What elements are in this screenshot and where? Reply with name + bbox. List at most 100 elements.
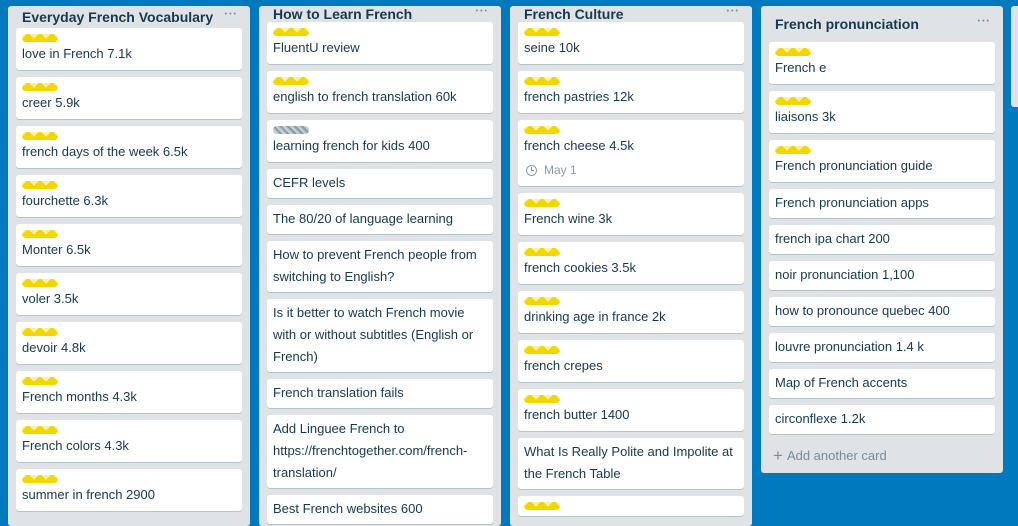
card-label-yellow[interactable] — [22, 475, 58, 483]
more-horizontal-icon[interactable]: ••• — [978, 17, 995, 31]
card-labels — [22, 132, 236, 140]
card-label-yellow[interactable] — [524, 199, 560, 207]
card[interactable]: devoir 4.8k — [16, 322, 242, 364]
card[interactable]: Add Linguee French to https://frenchtoge… — [267, 415, 493, 488]
card-labels — [22, 426, 236, 434]
card[interactable]: French colors 4.3k — [16, 420, 242, 462]
card[interactable]: french crepes — [518, 340, 744, 382]
list: Everyday French Vocabulary ••• love in Fre… — [8, 6, 250, 526]
card[interactable]: noir pronunciation 1,100 — [769, 261, 995, 290]
card[interactable]: learning french for kids 400 — [267, 120, 493, 162]
card[interactable]: French e — [769, 42, 995, 84]
card[interactable]: summer in french 2900 — [16, 469, 242, 511]
card-label-yellow[interactable] — [273, 28, 309, 36]
card-labels — [22, 230, 236, 238]
card-labels — [22, 328, 236, 336]
card-title: What Is Really Polite and Impolite at th… — [524, 444, 733, 481]
card-title: love in French 7.1k — [22, 46, 132, 61]
card-label-yellow[interactable] — [22, 83, 58, 91]
card[interactable]: how to pronounce quebec 400 — [769, 297, 995, 326]
card[interactable]: FluentU review — [267, 22, 493, 64]
card[interactable]: french cheese 4.5k May 1 — [518, 120, 744, 186]
card-label-yellow[interactable] — [22, 279, 58, 287]
card[interactable]: french days of the week 6.5k — [16, 126, 242, 168]
card[interactable]: Best French websites 600 — [267, 495, 493, 524]
list-title[interactable]: How to Learn French — [273, 6, 412, 22]
card-label-yellow[interactable] — [775, 146, 811, 154]
card[interactable]: louvre pronunciation 1.4 k — [769, 333, 995, 362]
list-partial-next[interactable] — [1011, 6, 1018, 107]
card-label-yellow[interactable] — [524, 28, 560, 36]
card[interactable]: french ipa chart 200 — [769, 225, 995, 254]
card-title: devoir 4.8k — [22, 340, 86, 355]
card-title: CEFR levels — [273, 175, 346, 190]
card-label-yellow[interactable] — [22, 132, 58, 140]
card[interactable]: french cookies 3.5k — [518, 242, 744, 284]
card[interactable]: Map of French accents — [769, 369, 995, 398]
list-title[interactable]: French pronunciation — [775, 16, 919, 32]
card-label-yellow[interactable] — [775, 48, 811, 56]
card[interactable]: french pastries 12k — [518, 71, 744, 113]
card-label-yellow[interactable] — [524, 126, 560, 134]
clock-icon — [526, 164, 537, 176]
card-labels — [273, 77, 487, 85]
card-label-yellow[interactable] — [22, 34, 58, 42]
card[interactable]: CEFR levels — [267, 169, 493, 198]
card-label-yellow[interactable] — [524, 395, 560, 403]
card-title: learning french for kids 400 — [273, 138, 430, 153]
card-label-yellow[interactable] — [22, 426, 58, 434]
card[interactable]: French months 4.3k — [16, 371, 242, 413]
card[interactable]: The 80/20 of language learning — [267, 205, 493, 234]
card-label-yellow[interactable] — [22, 230, 58, 238]
due-date-badge: May 1 — [524, 159, 738, 181]
card[interactable]: circonflexe 1.2k — [769, 405, 995, 434]
card[interactable]: What Is Really Polite and Impolite at th… — [518, 438, 744, 489]
list-title[interactable]: Everyday French Vocabulary — [22, 9, 213, 25]
card-label-yellow[interactable] — [22, 328, 58, 336]
add-card-button[interactable]: + Add another card — [769, 441, 995, 465]
card[interactable]: voler 3.5k — [16, 273, 242, 315]
more-horizontal-icon[interactable]: ••• — [225, 10, 242, 24]
card-title: drinking age in france 2k — [524, 309, 666, 324]
card[interactable]: Monter 6.5k — [16, 224, 242, 266]
card-label-yellow[interactable] — [22, 181, 58, 189]
more-horizontal-icon[interactable]: ••• — [476, 7, 493, 21]
card-label-yellow[interactable] — [524, 346, 560, 354]
card-title: french cookies 3.5k — [524, 260, 637, 275]
card[interactable] — [518, 496, 744, 516]
card-label-yellow[interactable] — [524, 248, 560, 256]
card-label-yellow[interactable] — [524, 502, 560, 510]
card-label-yellow[interactable] — [22, 377, 58, 385]
card[interactable]: creer 5.9k — [16, 77, 242, 119]
card[interactable]: english to french translation 60k — [267, 71, 493, 113]
card-label-yellow[interactable] — [273, 77, 309, 85]
card-label-grey[interactable] — [273, 126, 309, 134]
list-header: French Culture ••• — [518, 6, 744, 22]
card-title: how to pronounce quebec 400 — [775, 303, 950, 318]
card[interactable]: How to prevent French people from switch… — [267, 241, 493, 292]
list-title[interactable]: French Culture — [524, 6, 624, 22]
card-labels — [22, 279, 236, 287]
list: French Culture ••• seine 10k french pastrie… — [510, 6, 752, 526]
card[interactable]: fourchette 6.3k — [16, 175, 242, 217]
list: French pronunciation ••• French e liaisons … — [761, 6, 1003, 473]
card-title: french pastries 12k — [524, 89, 634, 104]
card-title: French translation fails — [273, 385, 404, 400]
card[interactable]: drinking age in france 2k — [518, 291, 744, 333]
card-label-yellow[interactable] — [524, 77, 560, 85]
card[interactable]: French pronunciation guide — [769, 140, 995, 182]
more-horizontal-icon[interactable]: ••• — [727, 7, 744, 21]
card[interactable]: French pronunciation apps — [769, 189, 995, 218]
card[interactable]: seine 10k — [518, 22, 744, 64]
card[interactable]: French translation fails — [267, 379, 493, 408]
card[interactable]: French wine 3k — [518, 193, 744, 235]
card-label-yellow[interactable] — [775, 97, 811, 105]
card-labels — [775, 48, 989, 56]
card[interactable]: love in French 7.1k — [16, 28, 242, 70]
card[interactable]: Is it better to watch French movie with … — [267, 299, 493, 372]
card-label-yellow[interactable] — [524, 297, 560, 305]
card-title: FluentU review — [273, 40, 360, 55]
card[interactable]: liaisons 3k — [769, 91, 995, 133]
card[interactable]: french butter 1400 — [518, 389, 744, 431]
card-title: english to french translation 60k — [273, 89, 457, 104]
